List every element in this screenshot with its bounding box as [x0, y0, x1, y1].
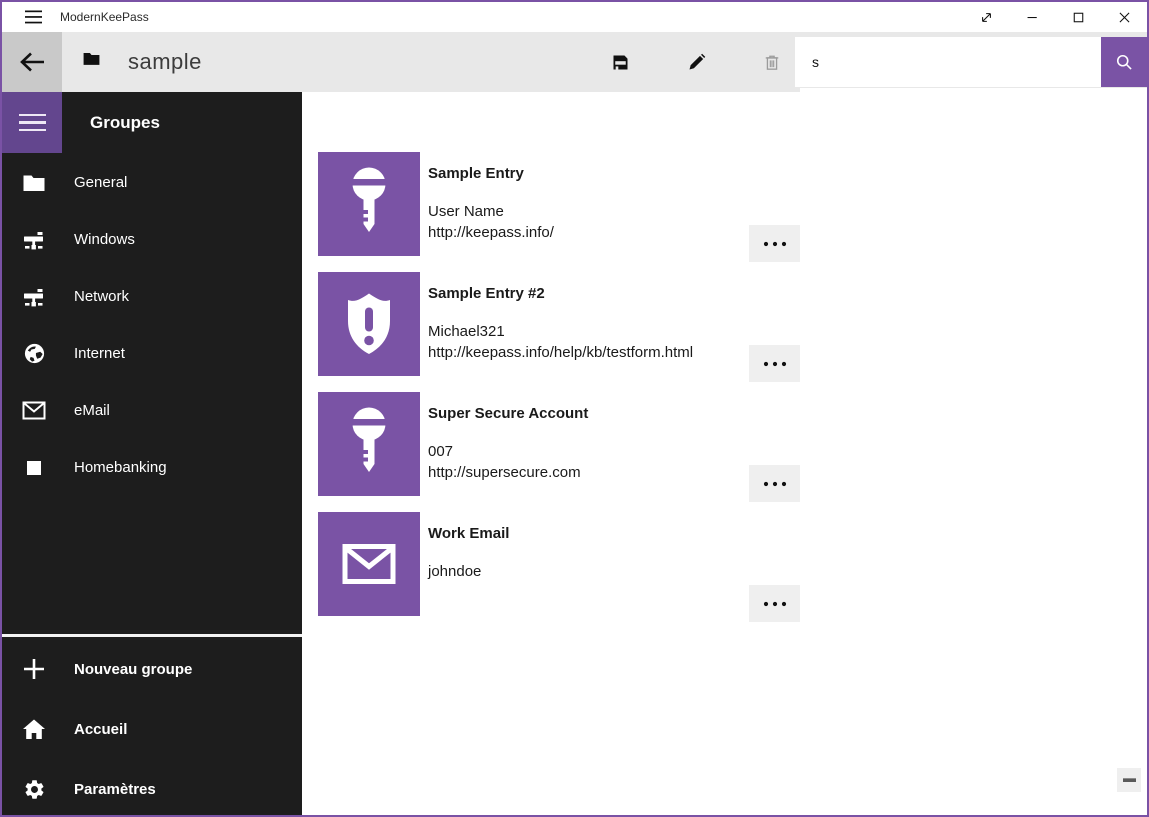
folder-icon — [22, 173, 46, 193]
save-icon — [610, 52, 631, 73]
globe-icon — [22, 342, 46, 365]
search-button[interactable] — [1101, 37, 1147, 87]
home-icon — [22, 718, 46, 740]
window-controls — [963, 2, 1147, 32]
entry-tile[interactable] — [318, 512, 420, 616]
gear-icon — [22, 778, 46, 801]
sidebar-item-network[interactable]: Network — [2, 268, 302, 325]
entry-title: Sample Entry #2 — [428, 285, 848, 302]
sidebar: Groupes General Windows Network — [2, 92, 302, 815]
entry-row[interactable]: Sample Entry User Name http://keepass.in… — [318, 152, 918, 256]
appbar-actions — [582, 32, 810, 92]
fullscreen-icon — [978, 9, 995, 26]
sidebar-divider — [2, 634, 302, 637]
save-button[interactable] — [582, 32, 658, 92]
zoom-out-button[interactable] — [1117, 768, 1141, 792]
close-button[interactable] — [1101, 2, 1147, 32]
hamburger-menu-icon[interactable] — [16, 2, 50, 32]
entry-tile[interactable] — [318, 392, 420, 496]
new-group-button[interactable]: Nouveau groupe — [2, 639, 302, 699]
entry-username: User Name — [428, 201, 848, 222]
sidebar-actions: Nouveau groupe Accueil Paramètres — [2, 639, 302, 817]
settings-button[interactable]: Paramètres — [2, 759, 302, 817]
square-icon — [22, 460, 46, 476]
shield-exclamation-icon — [319, 274, 419, 374]
entry-title: Sample Entry — [428, 165, 848, 182]
workstation-icon — [22, 229, 46, 251]
envelope-icon — [22, 401, 46, 420]
search-input[interactable] — [795, 37, 1101, 87]
entry-username: Michael321 — [428, 321, 848, 342]
close-icon — [1116, 9, 1133, 26]
more-button[interactable] — [749, 225, 800, 262]
sidebar-item-homebanking[interactable]: Homebanking — [2, 439, 302, 496]
database-title: sample — [128, 32, 202, 92]
app-window: ModernKeePass sample — [0, 0, 1149, 817]
envelope-icon — [319, 514, 419, 614]
fullscreen-button[interactable] — [963, 2, 1009, 32]
entry-username: 007 — [428, 441, 848, 462]
entry-title: Work Email — [428, 525, 848, 542]
entry-tile[interactable] — [318, 152, 420, 256]
minimize-icon — [1024, 9, 1041, 26]
trash-icon — [762, 52, 782, 73]
database-folder-icon — [82, 50, 101, 67]
groups-list: General Windows Network Internet — [2, 154, 302, 496]
edit-button[interactable] — [658, 32, 734, 92]
workstation-icon — [22, 286, 46, 308]
entry-row[interactable]: Super Secure Account 007 http://supersec… — [318, 392, 918, 496]
key-icon — [319, 154, 419, 254]
edit-pencil-icon — [686, 52, 707, 73]
sidebar-hamburger-button[interactable] — [2, 92, 62, 153]
sidebar-item-windows[interactable]: Windows — [2, 211, 302, 268]
more-button[interactable] — [749, 345, 800, 382]
maximize-button[interactable] — [1055, 2, 1101, 32]
titlebar: ModernKeePass — [2, 2, 1147, 32]
entry-tile[interactable] — [318, 272, 420, 376]
minimize-button[interactable] — [1009, 2, 1055, 32]
entry-row[interactable]: Work Email johndoe — [318, 512, 918, 616]
maximize-icon — [1070, 9, 1087, 26]
sidebar-item-general[interactable]: General — [2, 154, 302, 211]
sidebar-item-email[interactable]: eMail — [2, 382, 302, 439]
back-button[interactable] — [2, 32, 62, 92]
more-ellipsis-icon — [762, 600, 788, 608]
entry-username: johndoe — [428, 561, 848, 582]
more-button[interactable] — [749, 465, 800, 502]
more-ellipsis-icon — [762, 480, 788, 488]
home-button[interactable]: Accueil — [2, 699, 302, 759]
more-ellipsis-icon — [762, 360, 788, 368]
app-title: ModernKeePass — [60, 2, 149, 32]
entry-row[interactable]: Sample Entry #2 Michael321 http://keepas… — [318, 272, 918, 376]
search-icon — [1114, 52, 1134, 72]
key-icon — [319, 394, 419, 494]
search-box — [795, 37, 1147, 87]
back-arrow-icon — [19, 51, 45, 73]
sidebar-item-internet[interactable]: Internet — [2, 325, 302, 382]
groups-header: Groupes — [90, 92, 160, 153]
zoom-out-icon — [1123, 778, 1136, 782]
plus-icon — [22, 657, 46, 681]
more-ellipsis-icon — [762, 240, 788, 248]
entry-title: Super Secure Account — [428, 405, 848, 422]
more-button[interactable] — [749, 585, 800, 622]
